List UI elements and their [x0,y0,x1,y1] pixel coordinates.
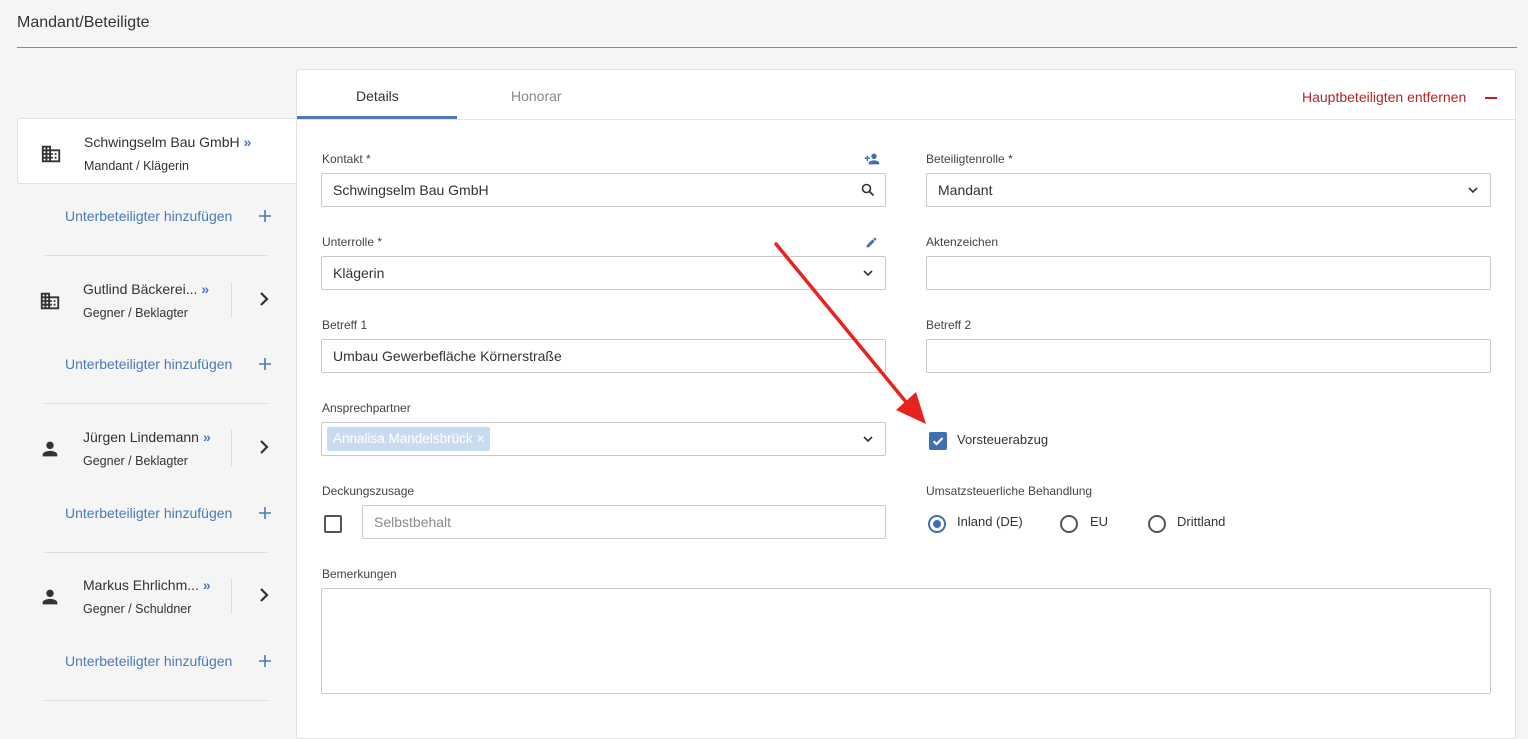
aktenzeichen-label: Aktenzeichen [926,235,999,249]
party-card-4[interactable]: Markus Ehrlichm...» Gegner / Schuldner [17,562,296,628]
add-sub-party-link-2[interactable]: Unterbeteiligter hinzufügen [65,356,232,372]
party-name[interactable]: Gutlind Bäckerei...» [83,281,209,297]
sidebar-divider [44,552,268,553]
bemerkungen-textarea[interactable] [321,588,1491,694]
radio-inland-label: Inland (DE) [957,514,1023,529]
add-contact-icon[interactable] [864,152,880,166]
chip-remove-icon[interactable]: × [477,431,485,446]
tabs-divider [297,119,1515,120]
remove-main-party-button[interactable]: Hauptbeteiligten entfernen [1302,89,1466,105]
double-chevron-icon[interactable]: » [203,577,211,593]
chevron-down-icon[interactable] [861,266,875,280]
tab-details[interactable]: Details [356,88,399,104]
radio-eu[interactable] [1060,515,1078,533]
party-role: Mandant / Klägerin [84,159,189,173]
party-role: Gegner / Beklagter [83,306,188,320]
party-separator [231,430,232,466]
ansprechpartner-label: Ansprechpartner [322,401,411,415]
person-icon [42,589,58,605]
double-chevron-icon[interactable]: » [244,134,252,150]
betreff1-label: Betreff 1 [322,318,368,332]
radio-drittland-label: Drittland [1177,514,1226,529]
betreff2-input[interactable] [926,339,1491,373]
party-separator [231,578,232,614]
unterrolle-label: Unterrolle * [322,235,383,249]
checkmark-icon [932,437,944,446]
party-card-2[interactable]: Gutlind Bäckerei...» Gegner / Beklagter [17,266,296,332]
title-divider [17,47,1517,48]
party-role: Gegner / Schuldner [83,602,192,616]
building-icon [41,145,61,163]
add-sub-party-link-3[interactable]: Unterbeteiligter hinzufügen [65,505,232,521]
search-icon[interactable] [861,183,875,197]
party-name[interactable]: Jürgen Lindemann» [83,429,211,445]
unterrolle-select[interactable]: Klägerin [321,256,886,290]
betreff1-input[interactable]: Umbau Gewerbefläche Körnerstraße [321,339,886,373]
deckungszusage-label: Deckungszusage [322,484,415,498]
chevron-right-icon[interactable] [257,290,271,308]
chevron-right-icon[interactable] [257,438,271,456]
kontakt-label: Kontakt * [322,152,371,166]
edit-icon[interactable] [865,236,878,249]
kontakt-input[interactable]: Schwingselm Bau GmbH [321,173,886,207]
person-icon [42,441,58,457]
beteiligtenrolle-select[interactable]: Mandant [926,173,1491,207]
party-name[interactable]: Markus Ehrlichm...» [83,577,211,593]
building-icon [40,292,60,310]
vorsteuerabzug-checkbox[interactable] [929,432,947,450]
party-card-1[interactable]: Schwingselm Bau GmbH» Mandant / Klägerin [17,118,296,184]
umsatzsteuer-label: Umsatzsteuerliche Behandlung [926,484,1093,498]
bemerkungen-label: Bemerkungen [322,567,397,581]
plus-icon[interactable] [257,505,273,521]
sidebar-divider [44,403,268,404]
add-sub-party-link-1[interactable]: Unterbeteiligter hinzufügen [65,208,232,224]
minus-icon[interactable] [1485,97,1497,99]
sidebar-divider [44,255,268,256]
chevron-down-icon[interactable] [861,432,875,446]
party-card-3[interactable]: Jürgen Lindemann» Gegner / Beklagter [17,414,296,480]
vorsteuerabzug-label: Vorsteuerabzug [957,432,1049,447]
radio-drittland[interactable] [1148,515,1166,533]
betreff2-label: Betreff 2 [926,318,972,332]
contact-chip[interactable]: Annalisa Mandelsbrück × [327,427,491,451]
add-sub-party-link-4[interactable]: Unterbeteiligter hinzufügen [65,653,232,669]
selbstbehalt-input[interactable]: Selbstbehalt [362,505,886,539]
tab-honorar[interactable]: Honorar [511,88,562,104]
party-separator [231,282,232,318]
deckungszusage-checkbox[interactable] [324,515,342,533]
plus-icon[interactable] [257,208,273,224]
sidebar-divider [44,700,268,701]
chevron-down-icon[interactable] [1466,183,1480,197]
radio-eu-label: EU [1090,514,1109,529]
page-title: Mandant/Beteiligte [17,14,150,31]
double-chevron-icon[interactable]: » [203,429,211,445]
double-chevron-icon[interactable]: » [201,281,209,297]
party-name[interactable]: Schwingselm Bau GmbH» [84,134,251,150]
beteiligtenrolle-label: Beteiligtenrolle * [926,152,1013,166]
plus-icon[interactable] [257,653,273,669]
aktenzeichen-input[interactable] [926,256,1491,290]
chevron-right-icon[interactable] [257,586,271,604]
plus-icon[interactable] [257,356,273,372]
ansprechpartner-select[interactable]: Annalisa Mandelsbrück × [321,422,886,456]
party-role: Gegner / Beklagter [83,454,188,468]
radio-inland[interactable] [928,515,946,533]
